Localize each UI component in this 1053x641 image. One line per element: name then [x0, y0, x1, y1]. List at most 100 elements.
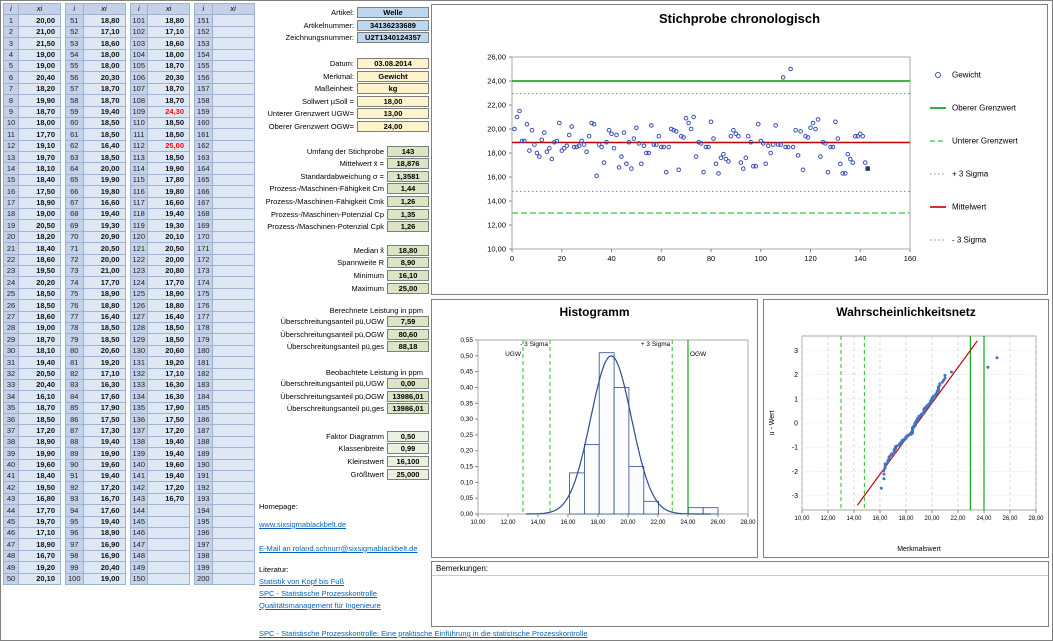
- value-cell[interactable]: [212, 402, 254, 413]
- value-cell[interactable]: 18,90: [83, 288, 125, 299]
- value-cell[interactable]: 18,70: [19, 106, 61, 117]
- value-cell[interactable]: 17,10: [83, 26, 125, 37]
- value-cell[interactable]: 18,40: [19, 471, 61, 482]
- value-cell[interactable]: 19,40: [83, 436, 125, 447]
- value-cell[interactable]: 19,40: [83, 106, 125, 117]
- value-cell[interactable]: 18,90: [19, 436, 61, 447]
- value-cell[interactable]: 20,00: [148, 254, 190, 265]
- value-cell[interactable]: 20,20: [19, 277, 61, 288]
- field-value[interactable]: U2T1340124357: [357, 32, 429, 43]
- value-cell[interactable]: 18,50: [19, 414, 61, 425]
- value-cell[interactable]: 16,30: [148, 391, 190, 402]
- value-cell[interactable]: 19,90: [83, 448, 125, 459]
- value-cell[interactable]: 20,50: [19, 368, 61, 379]
- value-cell[interactable]: 16,40: [148, 311, 190, 322]
- value-cell[interactable]: 18,50: [148, 322, 190, 333]
- field-value[interactable]: 25,00: [387, 283, 429, 294]
- value-cell[interactable]: 19,60: [83, 459, 125, 470]
- value-cell[interactable]: 17,70: [83, 277, 125, 288]
- literature-link-long[interactable]: SPC - Statistische Prozesskontrolle: Ein…: [259, 629, 859, 638]
- value-cell[interactable]: 17,10: [148, 368, 190, 379]
- value-cell[interactable]: 20,50: [83, 243, 125, 254]
- value-cell[interactable]: [212, 152, 254, 163]
- value-cell[interactable]: [212, 174, 254, 185]
- value-cell[interactable]: 18,50: [148, 129, 190, 140]
- value-cell[interactable]: 19,40: [148, 209, 190, 220]
- value-cell[interactable]: 17,50: [83, 414, 125, 425]
- value-cell[interactable]: 18,10: [19, 163, 61, 174]
- value-cell[interactable]: 18,90: [19, 197, 61, 208]
- value-cell[interactable]: 19,20: [19, 562, 61, 573]
- value-cell[interactable]: [212, 311, 254, 322]
- value-cell[interactable]: 20,00: [19, 15, 61, 26]
- value-cell[interactable]: [212, 277, 254, 288]
- literature-link-2[interactable]: SPC - Statistische Prozesskontrolle: [257, 589, 429, 598]
- value-cell[interactable]: 18,60: [19, 311, 61, 322]
- value-cell[interactable]: [212, 72, 254, 83]
- value-cell[interactable]: 19,50: [19, 482, 61, 493]
- value-cell[interactable]: 17,20: [148, 425, 190, 436]
- value-cell[interactable]: 17,10: [83, 368, 125, 379]
- value-cell[interactable]: [212, 95, 254, 106]
- value-cell[interactable]: 19,30: [83, 220, 125, 231]
- value-cell[interactable]: [212, 482, 254, 493]
- field-value[interactable]: 24,00: [357, 121, 429, 132]
- value-cell[interactable]: 18,80: [83, 300, 125, 311]
- value-cell[interactable]: [212, 334, 254, 345]
- value-cell[interactable]: 19,50: [19, 265, 61, 276]
- value-cell[interactable]: [148, 527, 190, 538]
- value-cell[interactable]: 19,20: [148, 357, 190, 368]
- field-value[interactable]: 18,80: [387, 245, 429, 256]
- value-cell[interactable]: 19,40: [148, 471, 190, 482]
- field-value[interactable]: 0,00: [387, 378, 429, 389]
- value-cell[interactable]: [212, 60, 254, 71]
- value-cell[interactable]: 18,60: [19, 254, 61, 265]
- value-cell[interactable]: [212, 550, 254, 561]
- value-cell[interactable]: [212, 493, 254, 504]
- field-value[interactable]: 13,00: [357, 108, 429, 119]
- value-cell[interactable]: 17,10: [19, 527, 61, 538]
- value-cell[interactable]: 18,90: [83, 527, 125, 538]
- value-cell[interactable]: 17,20: [19, 425, 61, 436]
- value-cell[interactable]: 19,00: [83, 573, 125, 584]
- value-cell[interactable]: 17,90: [148, 402, 190, 413]
- value-cell[interactable]: 16,70: [148, 493, 190, 504]
- value-cell[interactable]: 18,70: [148, 95, 190, 106]
- value-cell[interactable]: 18,80: [83, 15, 125, 26]
- value-cell[interactable]: [212, 254, 254, 265]
- value-cell[interactable]: [212, 516, 254, 527]
- value-cell[interactable]: 18,70: [19, 402, 61, 413]
- value-cell[interactable]: 17,50: [148, 414, 190, 425]
- value-cell[interactable]: 20,60: [148, 345, 190, 356]
- value-cell[interactable]: [212, 83, 254, 94]
- value-cell[interactable]: 18,00: [83, 60, 125, 71]
- value-cell[interactable]: 18,60: [83, 38, 125, 49]
- value-cell[interactable]: 18,70: [148, 60, 190, 71]
- value-cell[interactable]: 17,60: [83, 505, 125, 516]
- value-cell[interactable]: 18,70: [148, 83, 190, 94]
- value-cell[interactable]: 16,90: [83, 550, 125, 561]
- field-value[interactable]: Welle: [357, 7, 429, 18]
- value-cell[interactable]: 19,90: [83, 174, 125, 185]
- field-value[interactable]: Gewicht: [357, 71, 429, 82]
- value-cell[interactable]: 19,90: [19, 448, 61, 459]
- value-cell[interactable]: 16,30: [83, 379, 125, 390]
- value-cell[interactable]: 17,10: [148, 26, 190, 37]
- field-value[interactable]: 7,59: [387, 316, 429, 327]
- value-cell[interactable]: 20,30: [83, 72, 125, 83]
- value-cell[interactable]: 19,00: [19, 49, 61, 60]
- value-cell[interactable]: [212, 322, 254, 333]
- value-cell[interactable]: 19,10: [19, 140, 61, 151]
- value-cell[interactable]: [148, 539, 190, 550]
- value-cell[interactable]: [212, 379, 254, 390]
- value-cell[interactable]: 19,80: [148, 186, 190, 197]
- value-cell[interactable]: 19,30: [148, 220, 190, 231]
- field-value[interactable]: 18,00: [357, 96, 429, 107]
- value-cell[interactable]: 20,10: [148, 231, 190, 242]
- field-value[interactable]: 88,18: [387, 341, 429, 352]
- value-cell[interactable]: 17,60: [83, 391, 125, 402]
- value-cell[interactable]: [212, 300, 254, 311]
- value-cell[interactable]: [212, 562, 254, 573]
- value-cell[interactable]: [212, 288, 254, 299]
- value-cell[interactable]: 24,30: [148, 106, 190, 117]
